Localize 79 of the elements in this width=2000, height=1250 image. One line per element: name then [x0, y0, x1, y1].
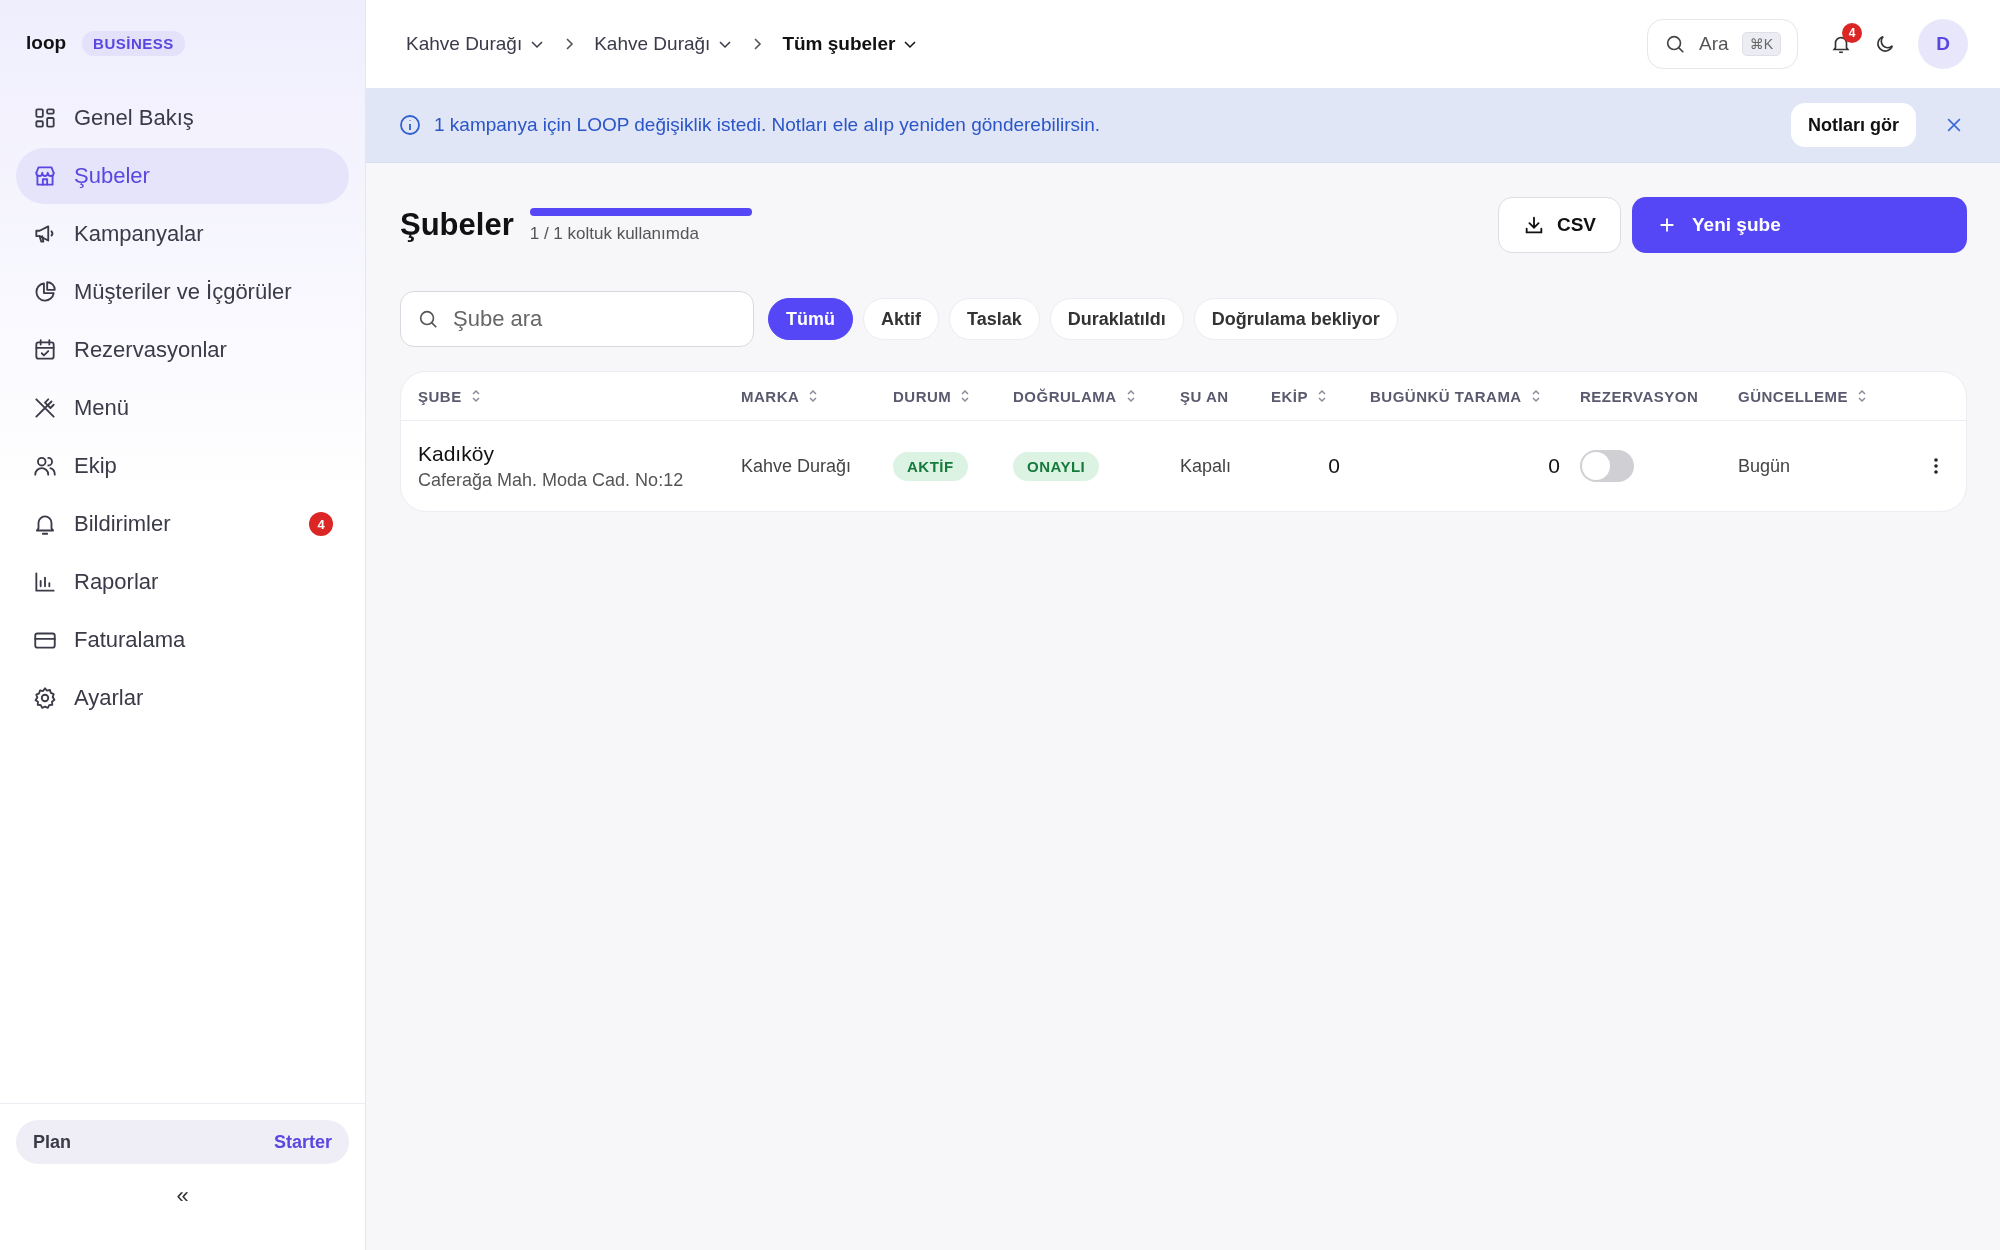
- utensils-icon: [32, 395, 58, 421]
- team-count: 0: [1328, 454, 1340, 478]
- chevron-right-icon: [752, 37, 763, 51]
- bar-chart-icon: [32, 569, 58, 595]
- sort-icon[interactable]: [470, 388, 481, 404]
- chevron-down-icon: [530, 39, 545, 49]
- sort-icon[interactable]: [960, 388, 971, 404]
- sidebar-item[interactable]: Genel Bakış: [16, 90, 349, 146]
- search-icon: [1664, 33, 1687, 55]
- collapse-button[interactable]: «: [170, 1182, 195, 1210]
- filter-chip[interactable]: Tümü: [768, 298, 853, 340]
- verification-badge: ONAYLI: [1013, 451, 1100, 481]
- column-header[interactable]: ŞU AN: [1180, 387, 1229, 405]
- column-header[interactable]: GÜNCELLEME: [1738, 387, 1867, 405]
- notification-count: 4: [1842, 23, 1862, 43]
- breadcrumb-dropdown[interactable]: Tüm şubeler: [782, 33, 918, 55]
- sidebar-item[interactable]: Kampanyalar: [16, 206, 349, 262]
- sidebar-item[interactable]: Şubeler: [16, 148, 349, 204]
- chevron-down-icon: [718, 39, 733, 49]
- logo: loop: [26, 32, 67, 54]
- column-header[interactable]: REZERVASYON: [1580, 387, 1699, 405]
- open-status: Kapalı: [1180, 455, 1232, 477]
- sidebar-item[interactable]: Rezervasyonlar: [16, 322, 349, 378]
- search-input[interactable]: Şube ara: [451, 305, 737, 333]
- filter-chip[interactable]: Doğrulama bekliyor: [1193, 298, 1398, 340]
- sidebar-item[interactable]: Ekip: [16, 438, 349, 494]
- plan-badge: BUSİNESS: [82, 30, 185, 56]
- status-badge: AKTİF: [893, 451, 968, 481]
- search-icon: [417, 308, 439, 330]
- column-header[interactable]: ŞUBE: [418, 387, 481, 405]
- calendar-icon: [32, 337, 58, 363]
- settings-icon: [32, 685, 58, 711]
- sort-icon[interactable]: [1857, 388, 1867, 404]
- filter-chip[interactable]: Duraklatıldı: [1049, 298, 1184, 340]
- filter-chip[interactable]: Aktif: [863, 298, 939, 340]
- column-header[interactable]: BUGÜNKÜ TARAMA: [1370, 387, 1541, 405]
- updated-date: Bugün: [1738, 455, 1791, 477]
- sort-icon[interactable]: [808, 388, 819, 404]
- sidebar-item[interactable]: Ayarlar: [16, 670, 349, 726]
- breadcrumb-dropdown[interactable]: Kahve Durağı: [406, 33, 545, 55]
- column-header[interactable]: MARKA: [741, 387, 819, 405]
- brand-cell: Kahve Durağı: [741, 455, 852, 477]
- sidebar-item[interactable]: Raporlar: [16, 554, 349, 610]
- plan-name: Starter: [273, 1131, 332, 1153]
- search-field[interactable]: Şube ara: [400, 291, 754, 347]
- seat-usage-text: 1 / 1 koltuk kullanımda: [529, 224, 700, 244]
- page-title: Şubeler: [400, 207, 514, 243]
- sidebar-item[interactable]: Müşteriler ve İçgörüler: [16, 264, 349, 320]
- count-badge: 4: [309, 512, 333, 536]
- csv-button[interactable]: CSV: [1497, 197, 1621, 253]
- store-icon: [32, 163, 58, 189]
- sort-icon[interactable]: [1317, 388, 1327, 404]
- breadcrumb-dropdown[interactable]: Kahve Durağı: [594, 33, 733, 55]
- reservation-toggle[interactable]: [1580, 450, 1634, 482]
- sidebar-item[interactable]: Menü: [16, 380, 349, 436]
- chevron-down-icon: [903, 39, 918, 49]
- column-header[interactable]: EKİP: [1271, 387, 1327, 405]
- view-notes-button[interactable]: Notları gör: [1791, 103, 1916, 147]
- chevron-right-icon: [564, 37, 575, 51]
- sidebar-item[interactable]: Bildirimler 4: [16, 496, 349, 552]
- column-header[interactable]: DURUM: [893, 387, 971, 405]
- grid-icon: [32, 105, 58, 131]
- avatar[interactable]: D: [1918, 19, 1968, 69]
- column-header[interactable]: DOĞRULAMA: [1013, 387, 1136, 405]
- sidebar-item[interactable]: Faturalama: [16, 612, 349, 668]
- scan-count: 0: [1548, 454, 1560, 478]
- sort-icon[interactable]: [1530, 388, 1541, 404]
- shortcut-key: ⌘K: [1741, 32, 1781, 56]
- dark-mode-button[interactable]: [1874, 33, 1896, 55]
- branch-address: Caferağa Mah. Moda Cad. No:12: [418, 469, 684, 491]
- new-branch-button[interactable]: Yeni şube: [1632, 197, 1967, 253]
- info-icon: [398, 113, 422, 137]
- plan-label: Plan: [33, 1131, 71, 1153]
- search-button[interactable]: Ara ⌘K: [1647, 19, 1798, 69]
- branch-name[interactable]: Kadıköy: [418, 441, 494, 466]
- sort-icon[interactable]: [1125, 388, 1136, 404]
- more-icon[interactable]: [1933, 456, 1939, 476]
- banner-message: 1 kampanya için LOOP değişiklik istedi. Notları ele alıp yeniden gönderebilirsin.: [434, 114, 1101, 136]
- filter-chip[interactable]: Taslak: [949, 298, 1040, 340]
